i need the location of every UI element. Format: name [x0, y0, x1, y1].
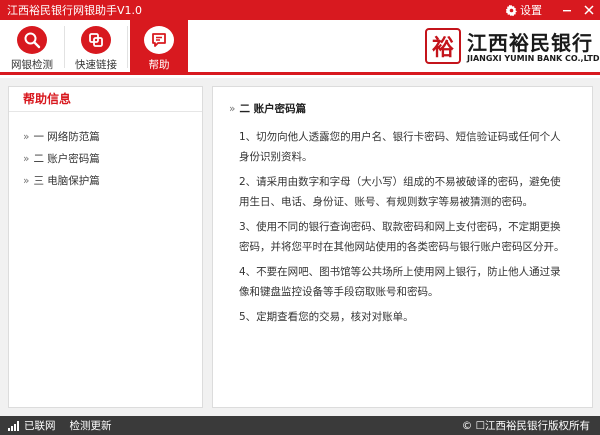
minimize-button[interactable] — [556, 0, 578, 20]
bank-seal-icon: 裕 — [425, 28, 461, 64]
help-article-panel: » 二 账户密码篇 1、切勿向他人透露您的用户名、银行卡密码、短信验证码或任何个人… — [212, 86, 593, 408]
sidebar-heading: 帮助信息 — [9, 87, 202, 112]
bank-name: 江西裕民银行 — [467, 31, 593, 55]
settings-label: 设置 — [520, 4, 542, 17]
bank-logo: 裕 江西裕民银行 JIANGXI YUMIN BANK CO.,LTD. — [425, 26, 600, 70]
toolbar-item-help[interactable]: 帮助 — [130, 20, 188, 72]
article-title: » 二 账户密码篇 — [229, 101, 306, 116]
sidebar-item-label: 一 网络防范篇 — [33, 131, 100, 143]
magnifier-icon — [17, 26, 47, 54]
network-status-label: 已联网 — [24, 420, 56, 432]
sidebar-item-network-protection[interactable]: » 一 网络防范篇 — [9, 126, 202, 148]
chevron-right-icon: » — [23, 175, 30, 187]
bank-name-english: JIANGXI YUMIN BANK CO.,LTD. — [467, 54, 600, 63]
chat-icon — [144, 26, 174, 54]
toolbar-label-bank-check: 网银检测 — [11, 59, 53, 71]
sidebar-item-label: 三 电脑保护篇 — [33, 175, 100, 187]
toolbar-label-help: 帮助 — [148, 59, 170, 71]
close-icon — [584, 5, 594, 15]
article-paragraph: 4、不要在网吧、图书馆等公共场所上使用网上银行，防止他人通过录像和键盘监控设备等… — [239, 266, 561, 298]
chevron-right-icon: » — [23, 153, 30, 165]
link-icon — [81, 26, 111, 54]
window-title: 江西裕民银行网银助手V1.0 — [7, 4, 143, 17]
help-topic-list: » 一 网络防范篇 » 二 账户密码篇 » 三 电脑保护篇 — [9, 112, 202, 192]
network-status: 已联网 — [8, 418, 56, 433]
content-area: 帮助信息 » 一 网络防范篇 » 二 账户密码篇 » 三 电脑保护篇 » 二 账户密码篇… — [0, 78, 600, 416]
toolbar-item-quick-links[interactable]: 快速链接 — [67, 20, 125, 72]
toolbar-divider — [64, 26, 65, 68]
copyright-text: © ☐江西裕民银行版权所有 — [461, 420, 590, 432]
chevron-right-icon: » — [23, 131, 30, 143]
article-title-text: 二 账户密码篇 — [239, 103, 307, 115]
status-bar: 已联网 检测更新 © ☐江西裕民银行版权所有 — [0, 416, 600, 435]
article-body: 1、切勿向他人透露您的用户名、银行卡密码、短信验证码或任何个人身份识别资料。 2… — [239, 127, 569, 332]
check-update-link[interactable]: 检测更新 — [70, 418, 112, 433]
sidebar-item-account-password[interactable]: » 二 账户密码篇 — [9, 148, 202, 170]
help-sidebar: 帮助信息 » 一 网络防范篇 » 二 账户密码篇 » 三 电脑保护篇 — [8, 86, 203, 408]
article-paragraph: 3、使用不同的银行查询密码、取款密码和网上支付密码，不定期更换密码，并将您平时在… — [239, 221, 565, 253]
sidebar-item-label: 二 账户密码篇 — [33, 153, 100, 165]
article-paragraph: 2、请采用由数字和字母（大小写）组成的不易被破译的密码，避免使用生日、电话、身份… — [239, 176, 561, 208]
article-paragraph: 1、切勿向他人透露您的用户名、银行卡密码、短信验证码或任何个人身份识别资料。 — [239, 131, 561, 163]
toolbar-item-bank-check[interactable]: 网银检测 — [3, 20, 61, 72]
gear-icon — [506, 4, 517, 16]
main-toolbar: 网银检测 快速链接 帮助 裕 江西裕民银行 JIANGXI YUMIN BANK… — [0, 20, 600, 75]
toolbar-label-quick-links: 快速链接 — [75, 59, 117, 71]
chevron-right-icon: » — [229, 103, 236, 115]
minimize-icon — [563, 10, 571, 12]
toolbar-divider — [127, 26, 128, 68]
sidebar-item-computer-protection[interactable]: » 三 电脑保护篇 — [9, 170, 202, 192]
article-paragraph: 5、定期查看您的交易，核对对账单。 — [239, 311, 414, 323]
settings-button[interactable]: 设置 — [506, 2, 542, 18]
close-button[interactable] — [578, 0, 600, 20]
signal-bars-icon — [8, 420, 19, 431]
title-bar: 江西裕民银行网银助手V1.0 设置 — [0, 0, 600, 20]
